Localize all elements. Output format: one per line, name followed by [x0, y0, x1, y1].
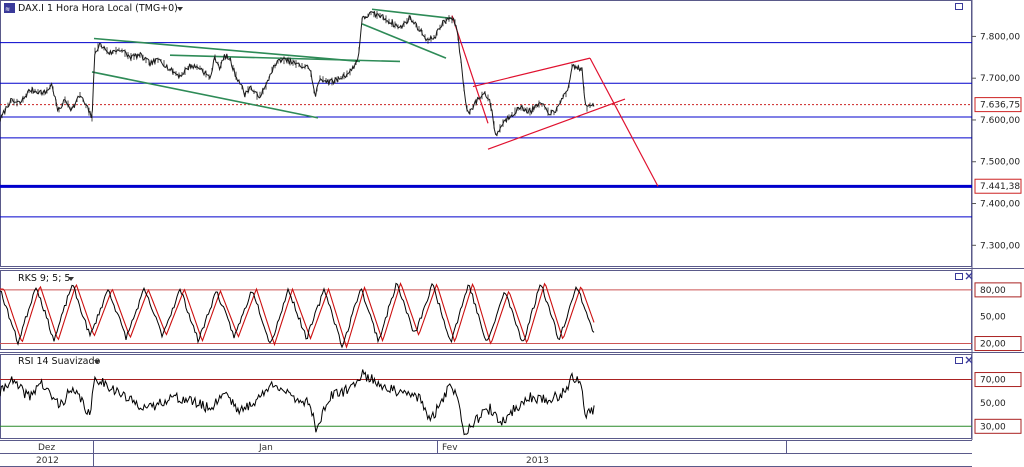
- rsi-title-text: RSI 14 Suavizado: [18, 356, 101, 367]
- y-tick-label: 7.600,00: [980, 116, 1020, 126]
- stoch-y-tick-label: 80,00: [980, 286, 1006, 296]
- stoch-y-tick-label: 20,00: [980, 340, 1006, 350]
- x-year-label: 2012: [36, 456, 59, 466]
- y-tick-label: 7.300,00: [980, 241, 1020, 251]
- target-price-label: 7.441,38: [980, 182, 1020, 192]
- x-tick-label: Fev: [442, 443, 458, 453]
- rsi-panel-title[interactable]: RSI 14 Suavizado: [18, 356, 101, 367]
- current-price-label: 7.636,75: [980, 101, 1020, 111]
- chart-symbol-icon-glyph: ≋: [5, 6, 10, 13]
- background: [0, 0, 1024, 467]
- y-tick-label: 7.800,00: [980, 32, 1020, 42]
- rsi-y-tick-label: 30,00: [980, 422, 1006, 432]
- y-tick-label: 7.700,00: [980, 74, 1020, 84]
- stoch-panel-title[interactable]: RKS 9; 5; 5: [18, 273, 74, 284]
- x-tick-label: Dez: [38, 443, 55, 453]
- y-tick-label: 7.500,00: [980, 158, 1020, 168]
- x-tick-label: Jan: [258, 443, 273, 453]
- rsi-y-tick-label: 70,00: [980, 376, 1006, 386]
- stoch-title-text: RKS 9; 5; 5: [18, 273, 70, 284]
- rsi-y-tick-label: 50,00: [980, 399, 1006, 409]
- price-title-text: DAX.I 1 Hora Hora Local (TMG+0): [18, 3, 178, 14]
- x-year-label: 2013: [526, 456, 549, 466]
- y-tick-label: 7.400,00: [980, 200, 1020, 210]
- chart-canvas: 7.300,00 7.400,00 7.500,00 7.600,00 7.700,00…: [0, 0, 1024, 467]
- price-panel-title[interactable]: ≋ DAX.I 1 Hora Hora Local (TMG+0): [4, 3, 183, 14]
- stoch-y-tick-label: 50,00: [980, 313, 1006, 323]
